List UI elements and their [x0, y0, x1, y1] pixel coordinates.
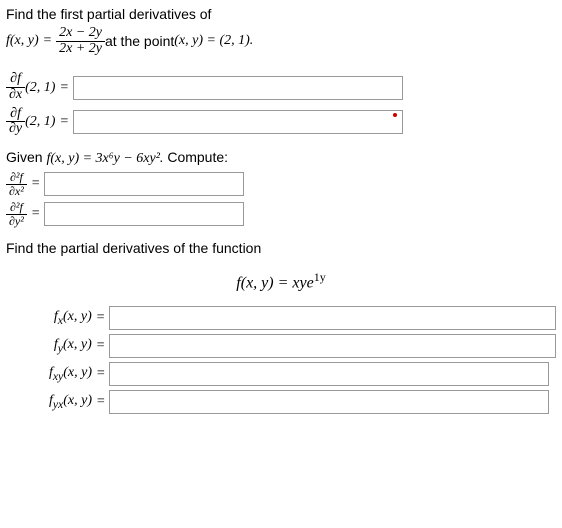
q1-fraction: 2x − 2y 2x + 2y [56, 26, 105, 56]
equals: = [96, 394, 105, 410]
q3-prompt: Find the partial derivatives of the func… [6, 240, 556, 256]
q3-func: f(x, y) = xye1y [236, 270, 325, 292]
q3-fy-input[interactable] [109, 334, 556, 358]
d2y-den: ∂y² [6, 214, 27, 228]
q3-fy-label: fy(x, y) [6, 337, 92, 355]
equals: = [59, 114, 68, 130]
q1-dfx-row: ∂f ∂x (2, 1) = [6, 72, 556, 102]
dfx-den: ∂x [6, 87, 25, 103]
d2y-num: ∂²f [7, 201, 26, 214]
q2-d2y-row: ∂²f ∂y² = [6, 201, 556, 227]
equals: = [31, 176, 40, 192]
q2-given: Given [6, 149, 46, 165]
q3-fxy-row: fxy(x, y) = [6, 362, 556, 386]
q3-function-row: f(x, y) = xye1y [6, 270, 556, 292]
error-dot-icon [393, 113, 397, 117]
q3-fxy-label: fxy(x, y) [6, 365, 92, 383]
q2-d2y-frac: ∂²f ∂y² [6, 201, 27, 227]
q2-compute: Compute: [167, 149, 228, 165]
equals: = [96, 366, 105, 382]
q1-dfy-pt: (2, 1) [25, 114, 55, 130]
q3-fyx-row: fyx(x, y) = [6, 390, 556, 414]
equals: = [59, 80, 68, 96]
q3-fxy-input[interactable] [109, 362, 549, 386]
equals: = [96, 338, 105, 354]
q2-func: f(x, y) = 3x⁶y − 6xy². [46, 151, 163, 166]
q1-at-text: at the point [105, 33, 174, 49]
q2-d2y-input[interactable] [44, 202, 244, 226]
q2-d2x-frac: ∂²f ∂x² [6, 171, 27, 197]
q3-fx-input[interactable] [109, 306, 556, 330]
q3-fx-row: fx(x, y) = [6, 306, 556, 330]
dfy-num: ∂f [7, 107, 24, 122]
q3-fy-row: fy(x, y) = [6, 334, 556, 358]
q1-func-left: f(x, y) [6, 33, 39, 49]
q3-func-lhs: f(x, y) = xye [236, 274, 313, 291]
q3-fx-label: fx(x, y) [6, 309, 92, 327]
q1-dfy-frac: ∂f ∂y [6, 107, 25, 137]
d2x-num: ∂²f [7, 171, 26, 184]
q1-frac-den: 2x + 2y [56, 41, 105, 57]
equals: = [43, 33, 52, 49]
q1-dfy-input[interactable] [73, 110, 403, 134]
equals: = [31, 206, 40, 222]
q3-fyx-input[interactable] [109, 390, 549, 414]
q1-dfx-pt: (2, 1) [25, 80, 55, 96]
q2-d2x-row: ∂²f ∂x² = [6, 171, 556, 197]
q3-func-exp: 1y [314, 270, 326, 284]
q2-prompt-row: Given f(x, y) = 3x⁶y − 6xy². Compute: [6, 149, 556, 167]
q1-point: (x, y) = (2, 1). [174, 33, 253, 49]
dfx-num: ∂f [7, 72, 24, 87]
dfy-den: ∂y [6, 121, 25, 137]
q1-frac-num: 2x − 2y [56, 26, 105, 41]
q2-d2x-input[interactable] [44, 172, 244, 196]
q3-fyx-label: fyx(x, y) [6, 393, 92, 411]
q1-dfy-row: ∂f ∂y (2, 1) = [6, 107, 556, 137]
q1-prompt: Find the first partial derivatives of [6, 6, 556, 22]
question-2: Given f(x, y) = 3x⁶y − 6xy². Compute: ∂²… [6, 149, 556, 227]
question-1: Find the first partial derivatives of f(… [6, 6, 556, 137]
q1-dfx-frac: ∂f ∂x [6, 72, 25, 102]
equals: = [96, 310, 105, 326]
q1-dfx-input[interactable] [73, 76, 403, 100]
question-3: Find the partial derivatives of the func… [6, 240, 556, 414]
q1-function-row: f(x, y) = 2x − 2y 2x + 2y at the point (… [6, 26, 556, 56]
d2x-den: ∂x² [6, 184, 27, 198]
